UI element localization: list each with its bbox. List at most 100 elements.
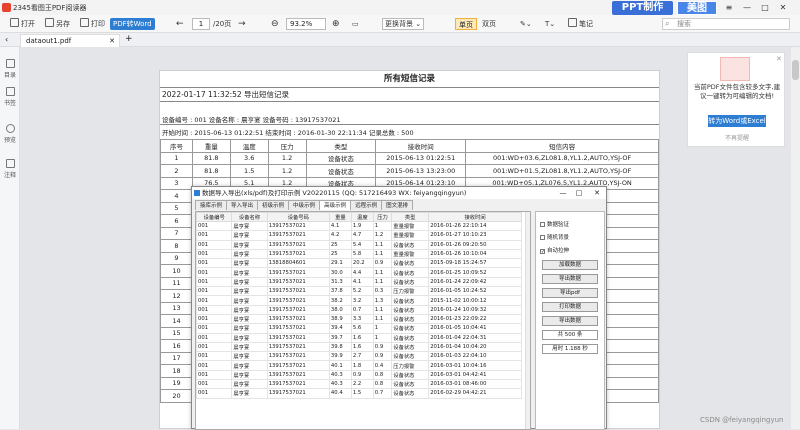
grid-row[interactable]: 001 晨亨宴 13917537021 39.8 1.6 0.9 设备状态 2016-01-0… — [196, 341, 522, 353]
grid-cell: 13917537021 — [266, 267, 330, 278]
search-input[interactable]: 搜索 — [662, 18, 790, 30]
print-button[interactable]: 打印 — [80, 17, 105, 31]
checkbox-box[interactable] — [540, 235, 545, 240]
grid-cell: 13917537021 — [266, 230, 330, 241]
data-grid[interactable]: 设备编号 设备名称 设备号码 重量 温度 压力 类型 接收时间 001 晨亨宴 139175370… — [195, 211, 531, 430]
dialog-minimize-button[interactable]: — — [556, 187, 570, 199]
dialog-tab[interactable]: 导入导出 — [226, 200, 259, 210]
grid-column-header[interactable]: 温度 — [350, 212, 374, 222]
option-checkbox[interactable]: 随机背景 — [540, 233, 569, 241]
grid-column-header[interactable]: 类型 — [391, 212, 430, 222]
grid-row[interactable]: 001 晨亨宴 13917537021 25 5.4 1.1 设备状态 2016-01-26 … — [196, 239, 522, 250]
grid-row[interactable]: 001 晨亨宴 13917537021 38.9 3.3 1.1 设备状态 2016-01-2… — [196, 313, 522, 325]
dialog-tab[interactable]: 中级示例 — [288, 200, 321, 210]
open-button[interactable]: 打开 — [10, 17, 35, 31]
table-cell: 6 — [160, 214, 193, 228]
zoom-select[interactable]: 93.2% — [286, 18, 326, 30]
grid-cell: 2016-01-27 10:10:23 — [428, 230, 522, 241]
text-color-icon[interactable]: T⌄ — [545, 17, 555, 31]
grid-row[interactable]: 001 晨亨宴 13917537021 40.4 1.5 0.7 设备状态 2016-02-2… — [196, 388, 522, 399]
dialog-tab[interactable]: 图文混排 — [381, 200, 414, 210]
sidebar-item-annotations[interactable]: 注释 — [0, 159, 20, 179]
dont-remind-link[interactable]: 不再提醒 — [688, 133, 786, 142]
page-number-input[interactable]: 1 — [192, 18, 210, 30]
next-page-icon[interactable]: → — [238, 17, 246, 31]
collapse-sidebar-icon[interactable]: ‹ — [5, 35, 8, 44]
grid-row[interactable]: 001 晨亨宴 13917537021 31.3 4.1 1.1 设备状态 2016-01-2… — [196, 276, 522, 288]
grid-row[interactable]: 001 晨亨宴 13917537021 38.0 0.7 1.1 设备状态 2016-01-2… — [196, 304, 522, 315]
zoom-out-icon[interactable]: ⊖ — [271, 17, 279, 31]
grid-scrollbar[interactable] — [525, 212, 530, 429]
grid-row[interactable]: 001 晨亨宴 13917537021 25 5.8 1.1 重量报警 2016-01-26 … — [196, 248, 522, 260]
load-data-button[interactable]: 加载数据 — [542, 260, 598, 270]
grid-row[interactable]: 001 晨亨宴 13917537021 40.3 0.9 0.8 设备状态 2016-03-0… — [196, 369, 522, 381]
grid-row[interactable]: 001 晨亨宴 13917537021 38.2 3.2 1.3 设备状态 2015-11-0… — [196, 295, 522, 306]
grid-row[interactable]: 001 晨亨宴 13917537021 39.7 1.6 1 设备状态 2016-01-04 … — [196, 332, 522, 343]
dialog-maximize-button[interactable]: □ — [572, 187, 586, 199]
grid-row[interactable]: 001 晨亨宴 13917537021 30.0 4.4 1.1 设备状态 2016-01-2… — [196, 267, 522, 278]
grid-cell: 设备状态 — [391, 369, 430, 381]
dialog-tab[interactable]: 初级示例 — [257, 200, 290, 210]
grid-row[interactable]: 001 晨亨宴 13917537021 4.2 4.7 1.2 重量报警 2016-01-27… — [196, 230, 522, 241]
sidebar-item-bookmarks[interactable]: 书签 — [0, 87, 20, 107]
grid-column-header[interactable]: 压力 — [372, 212, 393, 222]
new-tab-button[interactable]: + — [125, 34, 133, 44]
prev-page-icon[interactable]: ← — [176, 17, 184, 31]
menu-icon[interactable]: ≡ — [722, 2, 736, 14]
ppt-make-button[interactable]: PPT制作 — [612, 1, 673, 15]
pdf-to-word-button[interactable]: PDF转Word — [110, 18, 155, 30]
export-data-button[interactable]: 导出数据 — [542, 274, 598, 284]
option-checkbox[interactable]: 数据验证 — [540, 220, 569, 228]
minimize-button[interactable]: — — [740, 2, 754, 14]
print-data-button[interactable]: 打印数据 — [542, 302, 598, 312]
close-button[interactable]: ✕ — [776, 2, 790, 14]
grid-column-header[interactable]: 设备号码 — [266, 212, 330, 222]
maximize-button[interactable]: □ — [758, 2, 772, 14]
grid-row[interactable]: 001 晨亨宴 13917537021 39.4 5.6 1 设备状态 2016-01-05 … — [196, 323, 522, 334]
export-data2-button[interactable]: 导出数据 — [542, 316, 598, 326]
grid-row[interactable]: 001 晨亨宴 13818804601 29.1 20.2 0.9 设备状态 2015-09-… — [196, 258, 522, 269]
option-checkbox[interactable]: ✓ 自动拉伸 — [540, 246, 569, 255]
grid-column-header[interactable]: 接收时间 — [428, 212, 522, 222]
table-cell: 17 — [160, 351, 193, 365]
grid-row[interactable]: 001 晨亨宴 13917537021 40.3 2.2 0.8 设备状态 2016-03-0… — [196, 379, 522, 390]
checkbox-box[interactable] — [540, 222, 545, 227]
scrollbar-thumb[interactable] — [792, 60, 799, 80]
single-page-button[interactable]: 单页 — [455, 18, 477, 30]
grid-row[interactable]: 001 晨亨宴 13917537021 37.8 5.2 0.3 压力报警 2016-01-0… — [196, 286, 522, 297]
sidebar-item-preview[interactable]: 预览 — [0, 124, 20, 144]
save-as-button[interactable]: 另存 — [45, 17, 70, 31]
change-background-select[interactable]: 更换背景 ⌄ — [382, 18, 425, 30]
dialog-tab[interactable]: 接库示例 — [195, 200, 228, 210]
dialog-tab[interactable]: 远程示例 — [350, 200, 383, 210]
zoom-in-icon[interactable]: ⊕ — [332, 17, 340, 31]
beitu-button[interactable]: 美图 — [677, 1, 717, 15]
table-cell: 13 — [160, 301, 193, 315]
fit-icon[interactable]: ▭ — [352, 17, 359, 31]
ad-close-icon[interactable]: ✕ — [776, 55, 782, 63]
grid-cell: 0.9 — [350, 369, 374, 381]
double-page-button[interactable]: 双页 — [482, 17, 496, 31]
grid-row[interactable]: 001 晨亨宴 13917537021 39.9 2.7 0.9 设备状态 2016-01-0… — [196, 351, 522, 362]
note-button[interactable]: 笔记 — [568, 17, 593, 31]
grid-row[interactable]: 001 晨亨宴 13917537021 40.1 1.8 0.4 压力报警 2016-03-0… — [196, 360, 522, 371]
export-pdf-button[interactable]: 导出pdf — [542, 288, 598, 298]
elapsed-time-label: 用时 1.188 秒 — [542, 344, 598, 354]
grid-cell: 5.4 — [350, 239, 374, 250]
highlight-pen-icon[interactable]: ✎⌄ — [520, 17, 532, 31]
vertical-scrollbar[interactable] — [791, 47, 800, 429]
grid-column-header[interactable]: 设备名称 — [231, 212, 268, 222]
grid-column-header[interactable]: 设备编号 — [196, 212, 233, 222]
grid-cell: 2016-01-26 10:10:04 — [428, 248, 522, 260]
checkbox-box[interactable]: ✓ — [540, 249, 545, 255]
convert-to-word-excel-button[interactable]: 转为Word或Excel — [708, 115, 766, 127]
dialog-close-button[interactable]: ✕ — [590, 187, 604, 199]
dialog-tab[interactable]: 高级示例 — [319, 200, 352, 210]
grid-column-header[interactable]: 重量 — [328, 212, 352, 222]
sidebar-item-toc[interactable]: 目录 — [0, 59, 20, 79]
grid-row[interactable]: 001 晨亨宴 13917537021 4.1 1.9 1 重量报警 2016-01-26 2… — [196, 220, 522, 232]
grid-cell: 设备状态 — [391, 323, 430, 334]
tab-close-icon[interactable]: ✕ — [109, 35, 115, 47]
grid-cell: 3.3 — [350, 313, 374, 325]
document-tab[interactable]: dataout1.pdf ✕ — [20, 34, 120, 47]
